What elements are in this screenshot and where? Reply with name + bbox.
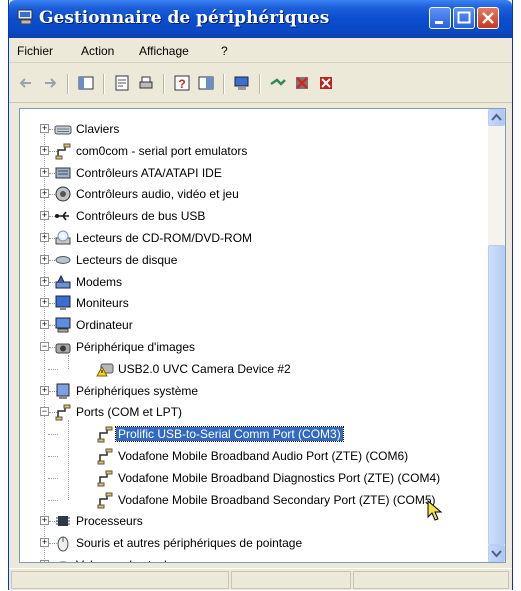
tree-item-label: Vodafone Mobile Broadband Audio Port (ZT… [118, 449, 409, 463]
device-tree-panel: + Claviers + com0com - serial port emulator… [19, 108, 506, 563]
tree-item-label: USB2.0 UVC Camera Device #2 [118, 361, 291, 376]
minimize-button[interactable] [429, 7, 451, 29]
maximize-button[interactable] [453, 7, 475, 29]
tree-item-label: Contrôleurs audio, vidéo et jeu [76, 187, 239, 202]
expand-icon[interactable]: + [40, 145, 49, 155]
warning-camera-icon [96, 363, 114, 377]
disk-icon [55, 255, 71, 264]
port-icon [97, 492, 113, 509]
monitor-icon [55, 295, 71, 311]
tree-item-label: Contrôleurs ATA/ATAPI IDE [76, 165, 222, 180]
mouse-icon [57, 536, 69, 552]
show-hide-tree-icon[interactable] [77, 74, 95, 92]
expand-icon[interactable]: + [40, 167, 49, 177]
close-icon [482, 12, 494, 24]
menu-help[interactable]: ? [221, 44, 228, 58]
print-icon[interactable] [137, 74, 155, 92]
tree-item-label: Vodafone Mobile Broadband Diagnostics Po… [118, 470, 441, 485]
vertical-scrollbar[interactable] [488, 109, 505, 562]
port-icon [97, 426, 113, 443]
usb-icon [55, 211, 69, 221]
ide-controller-icon [55, 167, 71, 179]
forward-arrow-icon[interactable] [41, 74, 59, 92]
expand-icon[interactable]: + [40, 189, 49, 199]
minimize-icon [435, 21, 443, 24]
uninstall-device-icon[interactable] [317, 74, 335, 92]
expand-icon[interactable]: + [40, 298, 49, 308]
collapse-icon[interactable]: − [40, 342, 49, 351]
tree-item-label: Processeurs [76, 514, 143, 529]
tree-item-label: Ordinateur [76, 318, 133, 333]
expand-icon[interactable]: + [40, 516, 49, 526]
processor-icon [56, 516, 70, 527]
tree-item-label: Souris et autres périphériques de pointa… [76, 536, 303, 551]
computer-icon [55, 317, 71, 333]
collapse-icon[interactable]: − [40, 407, 49, 417]
expand-icon[interactable]: + [40, 385, 49, 395]
keyboard-icon [54, 125, 72, 135]
audio-icon [55, 186, 71, 202]
scroll-up-icon [491, 113, 502, 121]
expand-icon[interactable]: + [40, 211, 49, 221]
tree-item-label: Périphérique d'images [76, 340, 196, 354]
tree-item-label: Vodafone Mobile Broadband Secondary Port… [118, 492, 436, 507]
menu-bar: Fichier Action Affichage ? [9, 40, 512, 63]
scroll-down-icon [491, 550, 502, 558]
tree-item-label: Lecteurs de CD-ROM/DVD-ROM [76, 231, 253, 245]
title-bar[interactable]: Gestionnaire de périphériques [9, 0, 512, 38]
tree-item-label: Ports (COM et LPT) [76, 405, 183, 420]
tree-item-label: Lecteurs de disque [76, 252, 178, 267]
port-icon [97, 470, 113, 487]
scroll-down-button[interactable] [488, 545, 505, 562]
tree-item-label: Volumes de stockage [74, 558, 192, 562]
tree-item-label: Contrôleurs de bus USB [76, 209, 206, 224]
maximize-icon [457, 11, 471, 24]
expand-icon[interactable]: + [40, 124, 49, 133]
menu-action[interactable]: Action [81, 44, 114, 58]
scan-hardware-icon[interactable] [233, 74, 251, 92]
toolbar: ? [9, 64, 512, 103]
mouse-cursor-icon [427, 500, 443, 521]
scroll-up-button[interactable] [488, 109, 505, 126]
tree-item-label: com0com - serial port emulators [76, 143, 248, 158]
expand-icon[interactable]: + [40, 538, 49, 548]
expand-icon[interactable]: + [40, 233, 49, 242]
tree-item-label: Prolific USB-to-Serial Comm Port (COM3) [115, 426, 344, 443]
cdrom-icon [55, 230, 71, 245]
tree-item-label: Claviers [76, 122, 120, 136]
properties-icon[interactable] [113, 74, 131, 92]
menu-affichage[interactable]: Affichage [139, 44, 189, 58]
port-icon [55, 404, 71, 421]
storage-icon [59, 561, 67, 562]
expand-icon[interactable]: + [40, 560, 49, 562]
menu-fichier[interactable]: Fichier [17, 44, 53, 58]
close-button[interactable] [477, 7, 499, 29]
camera-icon [55, 343, 71, 354]
modem-icon [55, 274, 71, 289]
status-bar [9, 568, 512, 591]
status-cell-1 [11, 571, 229, 589]
expand-icon[interactable]: + [40, 254, 49, 264]
window-title: Gestionnaire de périphériques [39, 8, 330, 28]
tree-item-label: Moniteurs [76, 296, 129, 311]
status-cell-3 [353, 571, 509, 589]
svg-text:?: ? [178, 77, 185, 91]
back-arrow-icon[interactable] [17, 74, 35, 92]
port-icon [55, 143, 71, 160]
update-driver-icon[interactable] [269, 74, 287, 92]
disable-device-icon[interactable] [293, 74, 311, 92]
tree-item-label: Périphériques système [76, 383, 199, 398]
help-icon[interactable]: ? [173, 74, 191, 92]
system-icon [56, 383, 70, 399]
tree-item-label: Modems [76, 274, 123, 289]
port-icon [97, 448, 113, 465]
status-cell-2 [231, 571, 351, 589]
view-details-icon[interactable] [197, 74, 215, 92]
device-manager-icon [17, 9, 33, 25]
scroll-thumb[interactable] [488, 245, 505, 545]
expand-icon[interactable]: + [40, 320, 49, 330]
expand-icon[interactable]: + [40, 276, 49, 286]
